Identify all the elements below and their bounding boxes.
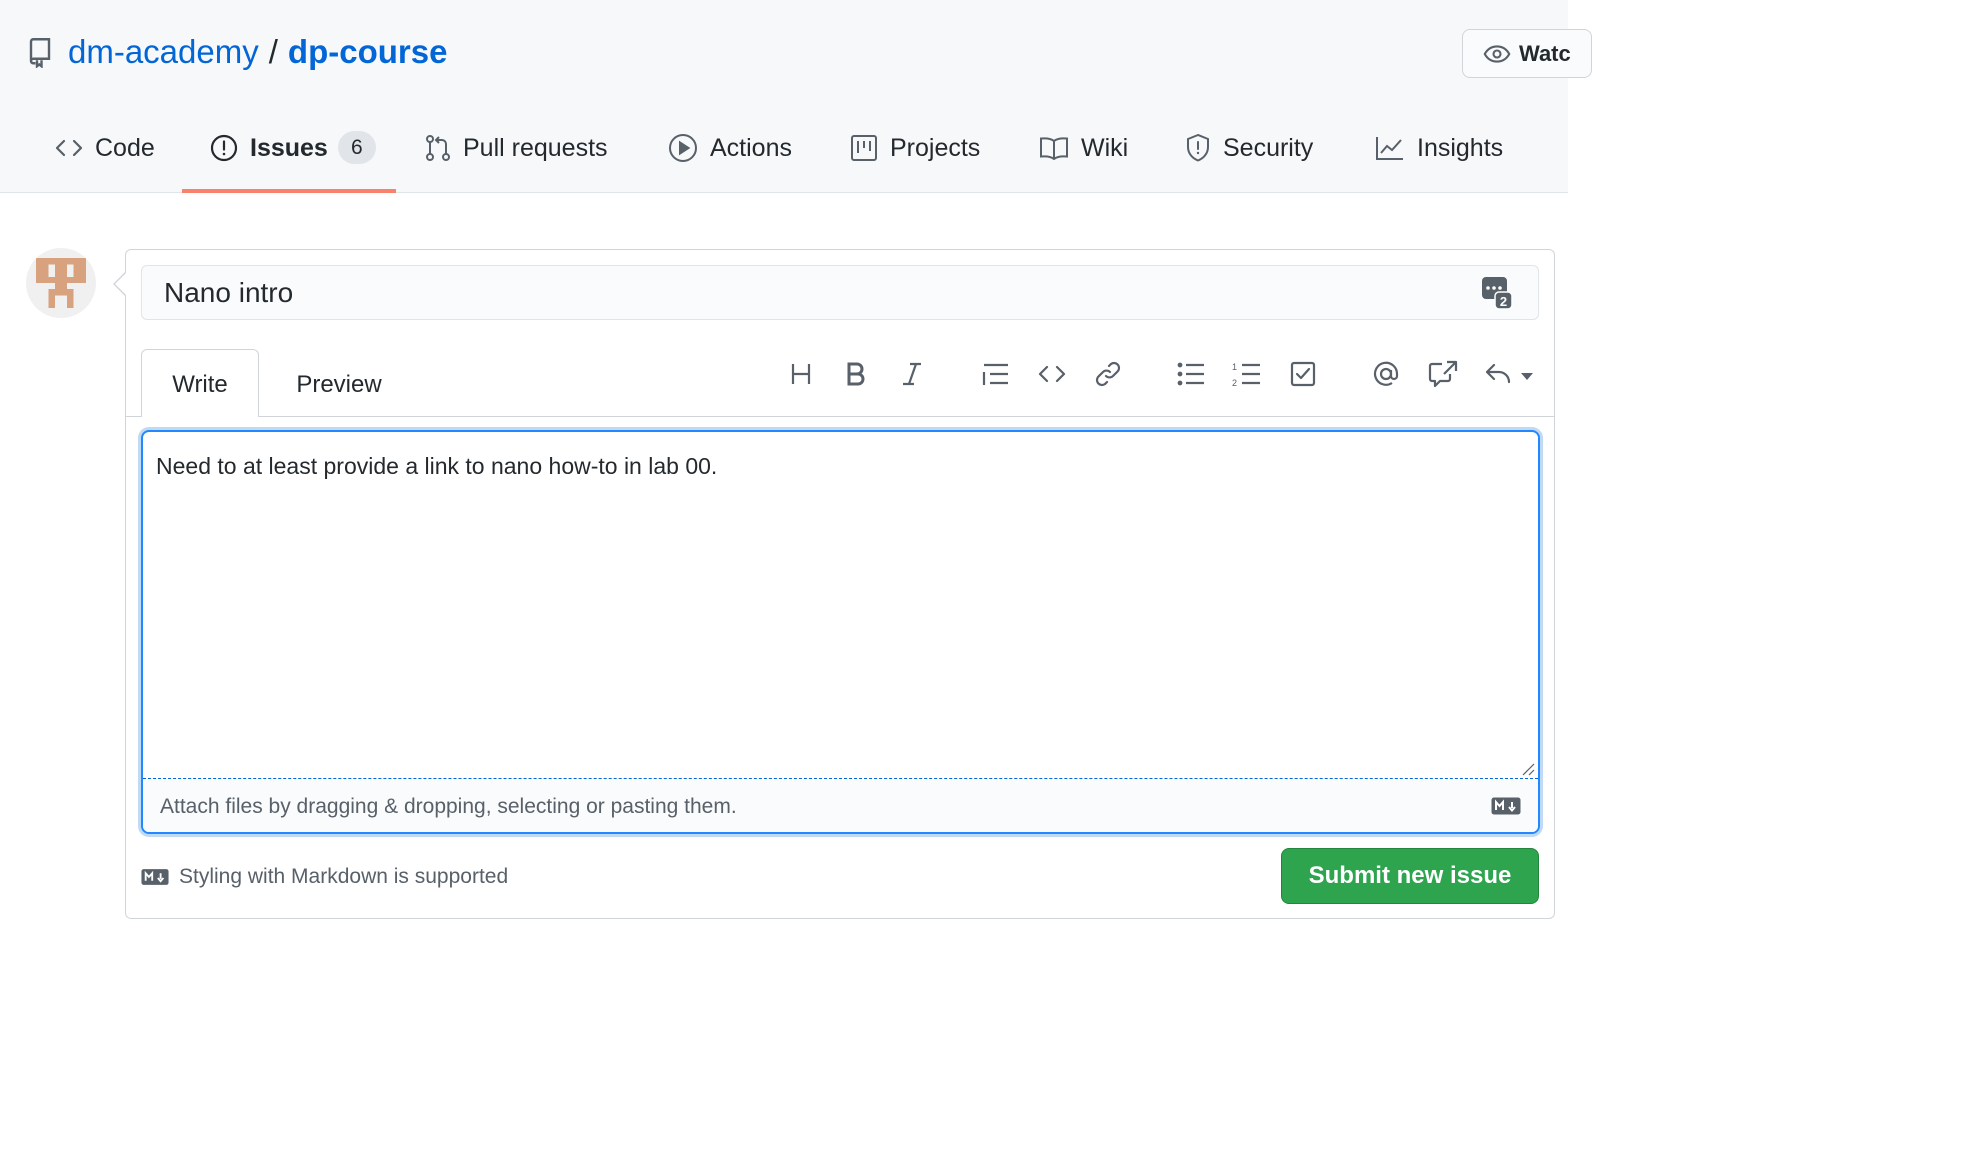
- resize-handle[interactable]: [1519, 760, 1535, 776]
- italic-icon: [903, 362, 921, 386]
- attach-files-text: Attach files by dragging & dropping, sel…: [160, 795, 737, 818]
- breadcrumb-separator: /: [268, 33, 278, 70]
- repo-header: dm-academy / dp-course Watc Code Issues …: [0, 0, 1592, 193]
- issue-body-textarea[interactable]: [141, 430, 1540, 834]
- markdown-hint[interactable]: Styling with Markdown is supported: [141, 862, 508, 892]
- mention-button[interactable]: [1368, 356, 1404, 392]
- tab-security-label: Security: [1223, 134, 1314, 162]
- tab-code-label: Code: [95, 134, 155, 162]
- password-manager-icon[interactable]: 2: [1481, 276, 1513, 310]
- tab-projects-label: Projects: [890, 134, 981, 162]
- tab-wiki[interactable]: Wiki: [1039, 120, 1128, 193]
- project-icon: [850, 131, 878, 165]
- repo-name-link[interactable]: dp-course: [288, 33, 448, 71]
- tab-code[interactable]: Code: [55, 120, 155, 193]
- code-icon: [55, 131, 83, 165]
- tab-issues[interactable]: Issues 6: [182, 120, 396, 193]
- git-pull-request-icon: [425, 131, 451, 165]
- svg-text:2: 2: [1232, 378, 1237, 387]
- link-icon: [1095, 361, 1121, 387]
- unordered-list-button[interactable]: [1173, 356, 1209, 392]
- ordered-list-button[interactable]: 12: [1228, 356, 1264, 392]
- issue-body-text: Need to at least provide a link to nano …: [156, 453, 718, 479]
- tab-actions[interactable]: Actions: [668, 120, 792, 193]
- tab-issues-label: Issues: [250, 134, 328, 162]
- eye-icon: [1483, 44, 1511, 63]
- bold-icon: [847, 362, 865, 386]
- avatar[interactable]: [26, 248, 96, 318]
- tab-wiki-label: Wiki: [1081, 134, 1129, 162]
- tab-preview[interactable]: Preview: [280, 349, 398, 417]
- tab-projects[interactable]: Projects: [850, 120, 980, 193]
- heading-button[interactable]: [783, 356, 819, 392]
- tab-write[interactable]: Write: [141, 349, 259, 417]
- saved-replies-button[interactable]: [1482, 356, 1538, 392]
- markdown-icon: [141, 869, 169, 885]
- svg-text:2: 2: [1500, 294, 1507, 309]
- submit-new-issue-button[interactable]: Submit new issue: [1281, 848, 1539, 904]
- reply-icon: [1485, 363, 1533, 384]
- tab-pull-requests-label: Pull requests: [463, 134, 608, 162]
- watch-button-label: Watc: [1519, 40, 1571, 66]
- book-icon: [1039, 131, 1069, 165]
- shield-icon: [1185, 131, 1211, 165]
- repo-owner-link[interactable]: dm-academy: [68, 33, 259, 71]
- issues-counter: 6: [337, 131, 376, 164]
- tab-insights-label: Insights: [1417, 134, 1504, 162]
- mention-icon: [1373, 361, 1399, 386]
- tab-security[interactable]: Security: [1185, 120, 1313, 193]
- repo-icon: [28, 35, 54, 69]
- italic-button[interactable]: [894, 356, 930, 392]
- task-list-button[interactable]: [1285, 356, 1321, 392]
- ordered-list-icon: 12: [1232, 362, 1260, 387]
- markdown-hint-label: Styling with Markdown is supported: [179, 865, 509, 888]
- issue-opened-icon: [210, 131, 238, 165]
- repo-breadcrumb: dm-academy / dp-course: [28, 30, 447, 74]
- quote-icon: [982, 363, 1008, 385]
- bold-button[interactable]: [838, 356, 874, 392]
- cross-reference-button[interactable]: [1425, 356, 1461, 392]
- graph-icon: [1375, 131, 1405, 165]
- heading-icon: [791, 364, 811, 384]
- quote-button[interactable]: [978, 356, 1014, 392]
- play-icon: [668, 131, 698, 165]
- tab-pull-requests[interactable]: Pull requests: [425, 120, 608, 193]
- tab-insights[interactable]: Insights: [1375, 120, 1503, 193]
- cross-reference-icon: [1428, 360, 1458, 388]
- unordered-list-icon: [1177, 362, 1204, 386]
- code-icon: [1038, 365, 1066, 383]
- link-button[interactable]: [1090, 356, 1126, 392]
- tab-actions-label: Actions: [710, 134, 792, 162]
- repo-nav: Code Issues 6 Pull requests Actions Proj…: [0, 120, 1568, 193]
- markdown-icon[interactable]: [1491, 797, 1521, 820]
- svg-text:1: 1: [1232, 362, 1237, 372]
- watch-button[interactable]: Watc: [1462, 29, 1592, 78]
- task-list-icon: [1290, 361, 1316, 387]
- code-button[interactable]: [1034, 356, 1070, 392]
- issue-title-input[interactable]: Nano intro: [141, 265, 1539, 320]
